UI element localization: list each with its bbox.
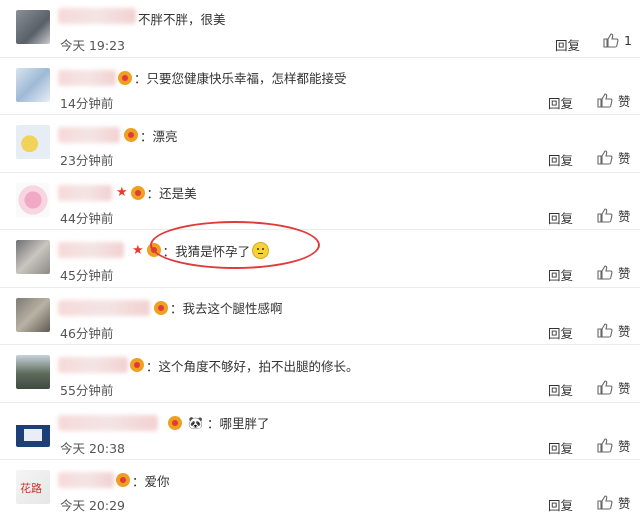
vip-badge-icon bbox=[130, 185, 145, 200]
comment-text: 还是美 bbox=[159, 186, 197, 201]
like-button[interactable]: 赞 bbox=[597, 493, 631, 512]
like-label: 赞 bbox=[618, 208, 631, 224]
like-button[interactable]: 赞 bbox=[597, 206, 631, 225]
vip-badge-icon bbox=[124, 128, 138, 142]
comment-text: 这个角度不够好，拍不出腿的修长。 bbox=[158, 358, 359, 374]
like-count: 1 bbox=[624, 33, 632, 48]
comment-row: 🐼 ： 哪里胖了 今天 20:38 回复 赞 bbox=[0, 403, 640, 460]
thumbs-up-icon bbox=[597, 495, 613, 510]
thumbs-up-icon bbox=[603, 33, 619, 48]
comment-row: ： 只要您健康快乐幸福，怎样都能接受 14分钟前 回复 赞 bbox=[0, 58, 640, 115]
reply-button[interactable]: 回复 bbox=[548, 93, 573, 112]
comment-time: 14分钟前 bbox=[60, 95, 114, 111]
comment-list: 不胖不胖，很美 今天 19:23 回复 1 ： 只要您健康快乐幸福，怎样都能接受… bbox=[0, 0, 640, 519]
reply-button[interactable]: 回复 bbox=[555, 35, 580, 54]
comment-time: 今天 20:29 bbox=[60, 498, 125, 513]
comment-time: 55分钟前 bbox=[60, 383, 114, 398]
comment-row: 花路 ： 爱你 今天 20:29 回复 赞 bbox=[0, 460, 640, 519]
like-button[interactable]: 赞 bbox=[597, 148, 631, 167]
thumbs-up-icon bbox=[597, 265, 613, 280]
like-button[interactable]: 赞 bbox=[597, 378, 631, 397]
avatar[interactable] bbox=[16, 10, 50, 44]
like-label: 赞 bbox=[618, 438, 631, 454]
avatar[interactable] bbox=[16, 240, 50, 274]
star-icon: ★ bbox=[116, 185, 128, 200]
like-label: 赞 bbox=[618, 151, 631, 166]
comment-row: ★ ： 我猜是怀孕了 45分钟前 回复 赞 bbox=[0, 230, 640, 288]
avatar[interactable] bbox=[16, 67, 50, 102]
thumbs-up-icon bbox=[597, 380, 613, 395]
avatar[interactable] bbox=[16, 125, 50, 159]
comment-time: 23分钟前 bbox=[60, 153, 114, 168]
comment-text: 漂亮 bbox=[152, 128, 178, 144]
like-label: 赞 bbox=[618, 381, 631, 396]
reply-button[interactable]: 回复 bbox=[548, 265, 573, 284]
avatar[interactable] bbox=[16, 355, 50, 389]
vip-badge-icon bbox=[116, 473, 130, 487]
comment-row: 不胖不胖，很美 今天 19:23 回复 1 bbox=[0, 0, 640, 58]
vip-badge-icon bbox=[168, 415, 182, 430]
reply-button[interactable]: 回复 bbox=[548, 380, 573, 399]
avatar[interactable] bbox=[16, 297, 50, 332]
reply-button[interactable]: 回复 bbox=[548, 150, 573, 169]
like-label: 赞 bbox=[618, 496, 631, 511]
avatar[interactable]: 花路 bbox=[16, 470, 50, 504]
like-button[interactable]: 赞 bbox=[597, 321, 631, 340]
vip-badge-icon bbox=[154, 300, 168, 315]
like-button[interactable]: 赞 bbox=[597, 436, 631, 455]
comment-text: 只要您健康快乐幸福，怎样都能接受 bbox=[146, 71, 347, 86]
comment-text: 哪里胖了 bbox=[219, 416, 270, 431]
comment-text: 爱你 bbox=[144, 473, 170, 489]
vip-badge-icon bbox=[118, 70, 132, 85]
like-label: 赞 bbox=[618, 93, 631, 109]
vip-badge-icon bbox=[130, 358, 144, 372]
comment-row: ★ ： 还是美 44分钟前 回复 赞 bbox=[0, 173, 640, 230]
comment-row: ： 漂亮 23分钟前 回复 赞 bbox=[0, 115, 640, 173]
comment-time: 今天 19:23 bbox=[60, 38, 125, 53]
comment-row: ： 我去这个腿性感啊 46分钟前 回复 赞 bbox=[0, 288, 640, 345]
comment-time: 44分钟前 bbox=[60, 210, 114, 226]
like-label: 赞 bbox=[618, 323, 631, 339]
avatar[interactable] bbox=[16, 182, 50, 217]
comment-time: 46分钟前 bbox=[60, 325, 114, 341]
comment-text: 我去这个腿性感啊 bbox=[182, 301, 283, 316]
comment-text: 不胖不胖，很美 bbox=[138, 11, 226, 27]
like-button[interactable]: 赞 bbox=[597, 91, 631, 110]
like-label: 赞 bbox=[618, 266, 631, 281]
thumbs-up-icon bbox=[597, 150, 613, 165]
panda-emoji-icon: 🐼 bbox=[188, 415, 203, 430]
avatar[interactable] bbox=[16, 412, 50, 447]
comment-time: 45分钟前 bbox=[60, 268, 114, 283]
reply-button[interactable]: 回复 bbox=[548, 323, 573, 342]
comment-time: 今天 20:38 bbox=[60, 440, 125, 456]
comment-row: ： 这个角度不够好，拍不出腿的修长。 55分钟前 回复 赞 bbox=[0, 345, 640, 403]
thumbs-up-icon bbox=[597, 92, 613, 108]
thumbs-up-icon bbox=[597, 322, 613, 338]
like-button[interactable]: 赞 bbox=[597, 263, 631, 282]
thumbs-up-icon bbox=[597, 437, 613, 453]
red-highlight-circle bbox=[150, 221, 320, 269]
reply-button[interactable]: 回复 bbox=[548, 438, 573, 457]
thumbs-up-icon bbox=[597, 207, 613, 223]
reply-button[interactable]: 回复 bbox=[548, 495, 573, 514]
star-icon: ★ bbox=[132, 242, 144, 258]
like-button[interactable]: 1 bbox=[603, 33, 632, 48]
reply-button[interactable]: 回复 bbox=[548, 208, 573, 227]
